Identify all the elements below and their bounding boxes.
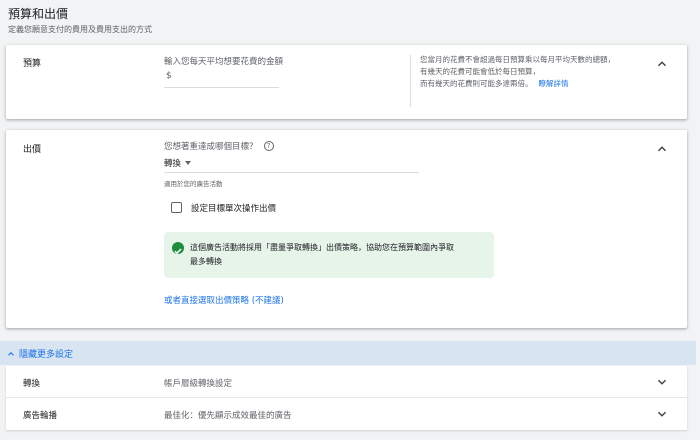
more-settings-bar[interactable]: 隱藏更多設定 xyxy=(0,341,696,365)
direct-strategy-link[interactable]: 或者直接選取出價策略 (不建議) xyxy=(164,294,284,306)
budget-hint-line-2: 有幾天的花費可能會低於每日預算， xyxy=(420,67,540,76)
bidding-label: 出價 xyxy=(23,145,42,155)
currency-symbol: $ xyxy=(166,71,172,81)
chevron-up-icon[interactable] xyxy=(655,142,669,156)
target-cpa-label[interactable]: 設定目標單次操作出價 xyxy=(191,202,276,214)
row-label: 廣告輪播 xyxy=(23,411,58,421)
learn-more-link[interactable]: 瞭解詳情 xyxy=(539,79,569,88)
strategy-info-text: 這個廣告活動將採用「盡量爭取轉換」出價策略，協助您在預算範圍內爭取 最多轉換 xyxy=(190,243,454,266)
budget-input-underline[interactable] xyxy=(164,87,279,88)
strategy-info-box: 這個廣告活動將採用「盡量爭取轉換」出價策略，協助您在預算範圍內爭取 最多轉換 xyxy=(164,232,494,278)
goal-dropdown-underline xyxy=(164,172,419,173)
chevron-up-icon[interactable] xyxy=(655,57,669,71)
chevron-down-icon[interactable] xyxy=(655,375,669,389)
budget-label: 預算 xyxy=(23,59,42,69)
row-label: 轉換 xyxy=(23,379,41,389)
caret-down-icon xyxy=(185,161,192,165)
bidding-question-text: 您想著重達成哪個目標？ xyxy=(164,142,258,152)
target-cpa-checkbox[interactable] xyxy=(171,202,182,213)
bidding-question: 您想著重達成哪個目標？ ? xyxy=(164,140,274,152)
budget-hint-line-3: 而有幾天的花費則可能多達兩倍。 瞭解詳情 xyxy=(420,79,569,88)
budget-hint: 您當月的花費不會超過每日預算乘以每月平均天數的總額， 有幾天的花費可能會低於每日… xyxy=(420,54,650,90)
chevron-down-icon[interactable] xyxy=(655,407,669,421)
bidding-card: 出價 您想著重達成哪個目標？ ? 轉換 適用於您的廣告活動 設定目標單次操作出價… xyxy=(6,130,687,328)
budget-divider xyxy=(410,55,411,107)
section-subtitle: 定義您願意支付的費用及費用支出的方式 xyxy=(8,25,152,34)
section-title: 預算和出價 xyxy=(8,7,69,21)
budget-card: 預算 輸入您每天平均想要花費的金額 $ 您當月的花費不會超過每日預算乘以每月平均… xyxy=(6,45,687,119)
budget-placeholder[interactable]: 輸入您每天平均想要花費的金額 xyxy=(164,55,283,67)
row-value: 帳戶層級轉換設定 xyxy=(164,379,233,389)
settings-row-conversions[interactable]: 轉換 帳戶層級轉換設定 xyxy=(6,366,687,398)
help-icon[interactable]: ? xyxy=(263,141,274,151)
settings-row-ad-rotation[interactable]: 廣告輪播 最佳化：優先顯示成效最佳的廣告 xyxy=(6,398,687,430)
hide-more-settings-toggle[interactable]: 隱藏更多設定 xyxy=(6,347,73,360)
chevron-up-icon xyxy=(8,351,14,356)
applies-note: 適用於您的廣告活動 xyxy=(164,180,223,188)
check-circle-icon xyxy=(172,242,184,255)
goal-dropdown[interactable]: 轉換 xyxy=(164,157,192,169)
budget-hint-line-1: 您當月的花費不會超過每日預算乘以每月平均天數的總額， xyxy=(420,55,615,64)
hide-more-settings-label: 隱藏更多設定 xyxy=(19,350,74,360)
goal-selected-value: 轉換 xyxy=(164,159,182,169)
row-value: 最佳化：優先顯示成效最佳的廣告 xyxy=(164,411,292,421)
